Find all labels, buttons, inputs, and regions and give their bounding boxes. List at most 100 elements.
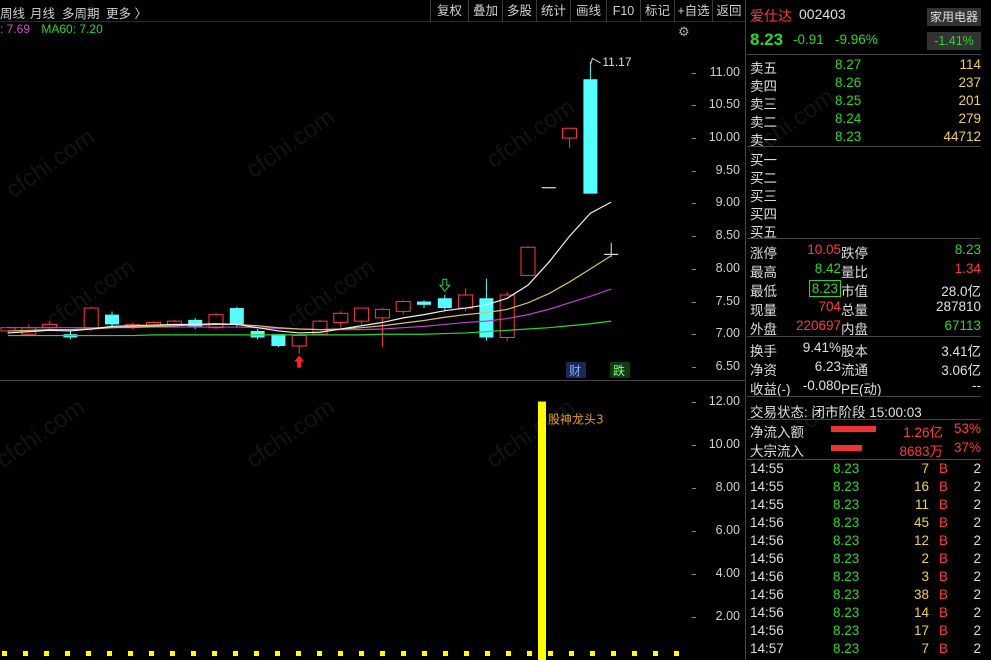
ma60-label: MA60: 7.20 bbox=[41, 22, 103, 36]
y-tick-mark bbox=[692, 268, 696, 270]
indicator-dot bbox=[107, 651, 112, 656]
toolbar-draw-button[interactable]: 画线 bbox=[570, 0, 606, 22]
tick-count: 2 bbox=[973, 533, 981, 548]
indicator-dot bbox=[338, 651, 343, 656]
toolbar-back-button[interactable]: 返回 bbox=[712, 0, 745, 22]
stat-label: PE(动) bbox=[841, 382, 882, 397]
tick-price: 8.23 bbox=[833, 605, 860, 620]
tick-side: B bbox=[939, 641, 949, 656]
stat-label: 总量 bbox=[841, 303, 868, 318]
tick-side: B bbox=[939, 569, 949, 584]
flow-pct: 37% bbox=[953, 440, 981, 455]
indicator-dot bbox=[359, 651, 364, 656]
stat-value: 3.06亿 bbox=[941, 363, 981, 378]
y-tick-label: 9.50 bbox=[715, 162, 740, 177]
candle-body bbox=[458, 294, 474, 309]
candle-body bbox=[562, 127, 578, 139]
toolbar-multi-stock-button[interactable]: 多股 bbox=[502, 0, 536, 22]
sector-badge[interactable]: 家用电器 bbox=[927, 8, 981, 26]
toolbar-mark-button[interactable]: 标记 bbox=[640, 0, 674, 22]
event-cai-text: 财 bbox=[569, 364, 581, 378]
stat-label: 外盘 bbox=[750, 322, 777, 337]
candle-body bbox=[417, 301, 431, 305]
ma20-value: 7.69 bbox=[6, 22, 31, 36]
y-tick-label: 10.00 bbox=[708, 130, 740, 145]
tick-time: 14:56 bbox=[750, 533, 784, 548]
toolbar-stats-button[interactable]: 统计 bbox=[536, 0, 570, 22]
toolbar-more[interactable]: 更多 〉 bbox=[106, 3, 147, 22]
toolbar-add-watchlist-button[interactable]: +自选 bbox=[674, 0, 712, 22]
vol-tick-mark bbox=[692, 573, 696, 575]
tick-side: B bbox=[939, 623, 949, 638]
candle-body bbox=[374, 308, 390, 319]
candle-body bbox=[541, 187, 556, 189]
settings-gear-icon[interactable]: ⚙ bbox=[678, 24, 692, 39]
tick-price: 8.23 bbox=[833, 479, 860, 494]
tick-time: 14:55 bbox=[750, 479, 784, 494]
indicator-dot bbox=[590, 651, 595, 656]
stat-value: 287810 bbox=[935, 299, 981, 314]
stat-label: 股本 bbox=[841, 344, 868, 359]
candle-body bbox=[354, 307, 370, 322]
stat-value: 1.34 bbox=[954, 261, 981, 276]
tick-count: 2 bbox=[973, 515, 981, 530]
candle-body bbox=[333, 312, 349, 323]
y-tick-mark bbox=[692, 170, 696, 172]
kline-chart[interactable]: 11.17 财 跌 bbox=[0, 40, 690, 380]
y-tick-mark bbox=[692, 105, 696, 107]
tick-volume: 3 bbox=[921, 569, 929, 584]
indicator-chart[interactable]: 股神龙头3 bbox=[0, 380, 690, 660]
candle-body bbox=[604, 253, 619, 256]
indicator-dot bbox=[401, 651, 406, 656]
indicator-dot bbox=[212, 651, 217, 656]
vol-tick-mark bbox=[692, 616, 696, 618]
tick-price: 8.23 bbox=[833, 569, 860, 584]
indicator-dot bbox=[233, 651, 238, 656]
ask-volume: 114 bbox=[959, 57, 981, 72]
stat-label: 最低 bbox=[750, 284, 777, 299]
stat-label: 跌停 bbox=[841, 246, 868, 261]
toolbar-overlay-button[interactable]: 叠加 bbox=[468, 0, 502, 22]
y-tick-mark bbox=[692, 138, 696, 140]
stat-label: 最高 bbox=[750, 265, 777, 280]
toolbar-f10-button[interactable]: F10 bbox=[606, 0, 640, 22]
ask-volume: 201 bbox=[958, 93, 981, 108]
flow-pct: 53% bbox=[953, 421, 981, 436]
y-tick-label: 7.50 bbox=[715, 293, 740, 308]
ask-volume: 237 bbox=[958, 75, 981, 90]
toolbar-fuquan-button[interactable]: 复权 bbox=[430, 0, 468, 22]
divider bbox=[747, 238, 981, 239]
tick-volume: 7 bbox=[921, 641, 929, 656]
vol-tick-mark bbox=[692, 487, 696, 489]
tick-volume: 2 bbox=[921, 551, 929, 566]
indicator-dot bbox=[23, 651, 28, 656]
price-change: -0.91 bbox=[793, 32, 824, 47]
indicator-dot bbox=[296, 651, 301, 656]
tick-time: 14:56 bbox=[750, 569, 784, 584]
flow-label: 大宗流入 bbox=[750, 444, 804, 459]
tick-time: 14:55 bbox=[750, 497, 784, 512]
divider bbox=[747, 54, 981, 55]
panel-divider bbox=[745, 0, 746, 660]
toolbar-weekly[interactable]: 周线 bbox=[0, 3, 25, 22]
sector-change: -1.41% bbox=[927, 32, 981, 50]
candle-body bbox=[583, 79, 598, 194]
toolbar-multi-period[interactable]: 多周期 bbox=[62, 3, 100, 22]
indicator-dot bbox=[44, 651, 49, 656]
y-tick-mark bbox=[692, 236, 696, 238]
toolbar-monthly[interactable]: 月线 bbox=[30, 3, 55, 22]
tick-side: B bbox=[939, 461, 949, 476]
divider bbox=[747, 419, 981, 420]
indicator-dot bbox=[611, 651, 616, 656]
ask-label: 卖五 bbox=[750, 61, 777, 76]
tick-price: 8.23 bbox=[833, 587, 860, 602]
candle-body bbox=[271, 334, 286, 346]
candle-body bbox=[520, 246, 536, 276]
tick-count: 2 bbox=[973, 623, 981, 638]
ask-label: 卖四 bbox=[750, 79, 777, 94]
divider bbox=[747, 146, 981, 147]
divider bbox=[747, 459, 981, 460]
sell-arrow-icon bbox=[438, 278, 451, 293]
indicator-dot bbox=[191, 651, 196, 656]
indicator-dot bbox=[527, 651, 532, 656]
